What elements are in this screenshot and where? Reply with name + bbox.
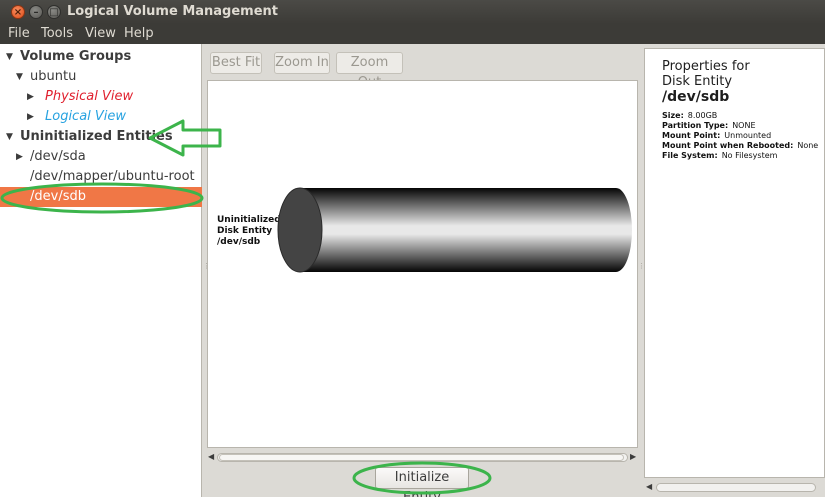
disk-cylinder[interactable]: [208, 81, 639, 449]
properties-title-line: Disk Entity: [662, 74, 733, 89]
property-size: Size: 8.00GB: [662, 111, 717, 121]
collapsed-arrow-icon[interactable]: ▶: [16, 147, 23, 167]
menu-help[interactable]: Help: [124, 26, 154, 41]
cylinder-end: [600, 188, 632, 272]
property-value: No Filesystem: [721, 151, 778, 160]
expanded-arrow-icon[interactable]: ▼: [16, 67, 23, 87]
close-icon[interactable]: ×: [11, 5, 25, 19]
tree-label: /dev/sdb: [30, 189, 86, 204]
tree-label: Physical View: [45, 89, 134, 104]
tree-item-uninitialized[interactable]: ▼ Uninitialized Entities: [0, 127, 202, 147]
tree-label: /dev/sda: [30, 149, 86, 164]
tree-item-sdb[interactable]: /dev/sdb: [0, 187, 202, 207]
scroll-thumb[interactable]: [219, 454, 624, 461]
property-mount-when-rebooted: Mount Point when Rebooted: None: [662, 141, 818, 151]
property-value: Unmounted: [724, 131, 772, 140]
cylinder-body: [300, 188, 616, 272]
property-file-system: File System: No Filesystem: [662, 151, 777, 161]
property-mount-point: Mount Point: Unmounted: [662, 131, 771, 141]
property-key: Mount Point when Rebooted:: [662, 141, 794, 150]
cylinder-cap: [277, 187, 323, 273]
tree-item-sda[interactable]: ▶ /dev/sda: [0, 147, 202, 167]
properties-title-line: Properties for: [662, 59, 750, 74]
tree-item-ubuntu-root[interactable]: /dev/mapper/ubuntu-root: [0, 167, 202, 187]
collapsed-arrow-icon[interactable]: ▶: [27, 107, 34, 127]
property-partition-type: Partition Type: NONE: [662, 121, 756, 131]
disk-diagram-canvas[interactable]: Uninitialized Disk Entity /dev/sdb: [207, 80, 638, 448]
scroll-left-icon[interactable]: ◀: [646, 482, 652, 491]
scroll-left-icon[interactable]: ◀: [208, 452, 214, 461]
property-key: Size:: [662, 111, 684, 120]
collapsed-arrow-icon[interactable]: ▶: [27, 87, 34, 107]
canvas-horizontal-scrollbar[interactable]: ◀ ▶: [207, 451, 638, 464]
scroll-track[interactable]: [656, 483, 816, 492]
properties-title: Properties for Disk Entity: [662, 59, 750, 89]
tree-item-physical-view[interactable]: ▶ Physical View: [0, 87, 202, 107]
tree-label: Uninitialized Entities: [20, 129, 173, 144]
window-title: Logical Volume Management: [67, 4, 279, 19]
tree-item-ubuntu[interactable]: ▼ ubuntu: [0, 67, 202, 87]
zoom-out-button[interactable]: Zoom Out: [336, 52, 403, 90]
menu-tools[interactable]: Tools: [41, 26, 73, 41]
maximize-icon[interactable]: □: [47, 5, 61, 19]
property-value: NONE: [732, 121, 756, 130]
zoom-in-button[interactable]: Zoom In: [274, 52, 330, 74]
property-key: Partition Type:: [662, 121, 729, 130]
initialize-entity-button[interactable]: Initialize Entity: [375, 467, 469, 497]
tree-label: /dev/mapper/ubuntu-root: [30, 169, 195, 184]
property-value: 8.00GB: [687, 111, 718, 120]
minimize-icon[interactable]: –: [29, 5, 43, 19]
expanded-arrow-icon[interactable]: ▼: [6, 127, 13, 147]
menu-view[interactable]: View: [85, 26, 116, 41]
menu-file[interactable]: File: [8, 26, 30, 41]
properties-device: /dev/sdb: [662, 89, 730, 105]
tree-label: Volume Groups: [20, 49, 132, 64]
tree-item-volume-groups[interactable]: ▼ Volume Groups: [0, 47, 202, 67]
best-fit-button[interactable]: Best Fit: [210, 52, 262, 74]
scroll-right-icon[interactable]: ▶: [630, 452, 636, 461]
property-value: None: [797, 141, 819, 150]
properties-horizontal-scrollbar[interactable]: ◀: [644, 481, 825, 494]
tree-item-logical-view[interactable]: ▶ Logical View: [0, 107, 202, 127]
property-key: File System:: [662, 151, 718, 160]
properties-panel: Properties for Disk Entity /dev/sdb Size…: [644, 48, 825, 478]
menu-bar: File Tools View Help: [0, 24, 825, 44]
property-key: Mount Point:: [662, 131, 721, 140]
tree-label: Logical View: [45, 109, 127, 124]
title-bar: × – □ Logical Volume Management: [0, 0, 825, 24]
lvm-tree: ▼ Volume Groups ▼ ubuntu ▶ Physical View…: [0, 44, 202, 497]
expanded-arrow-icon[interactable]: ▼: [6, 47, 13, 67]
tree-label: ubuntu: [30, 69, 77, 84]
